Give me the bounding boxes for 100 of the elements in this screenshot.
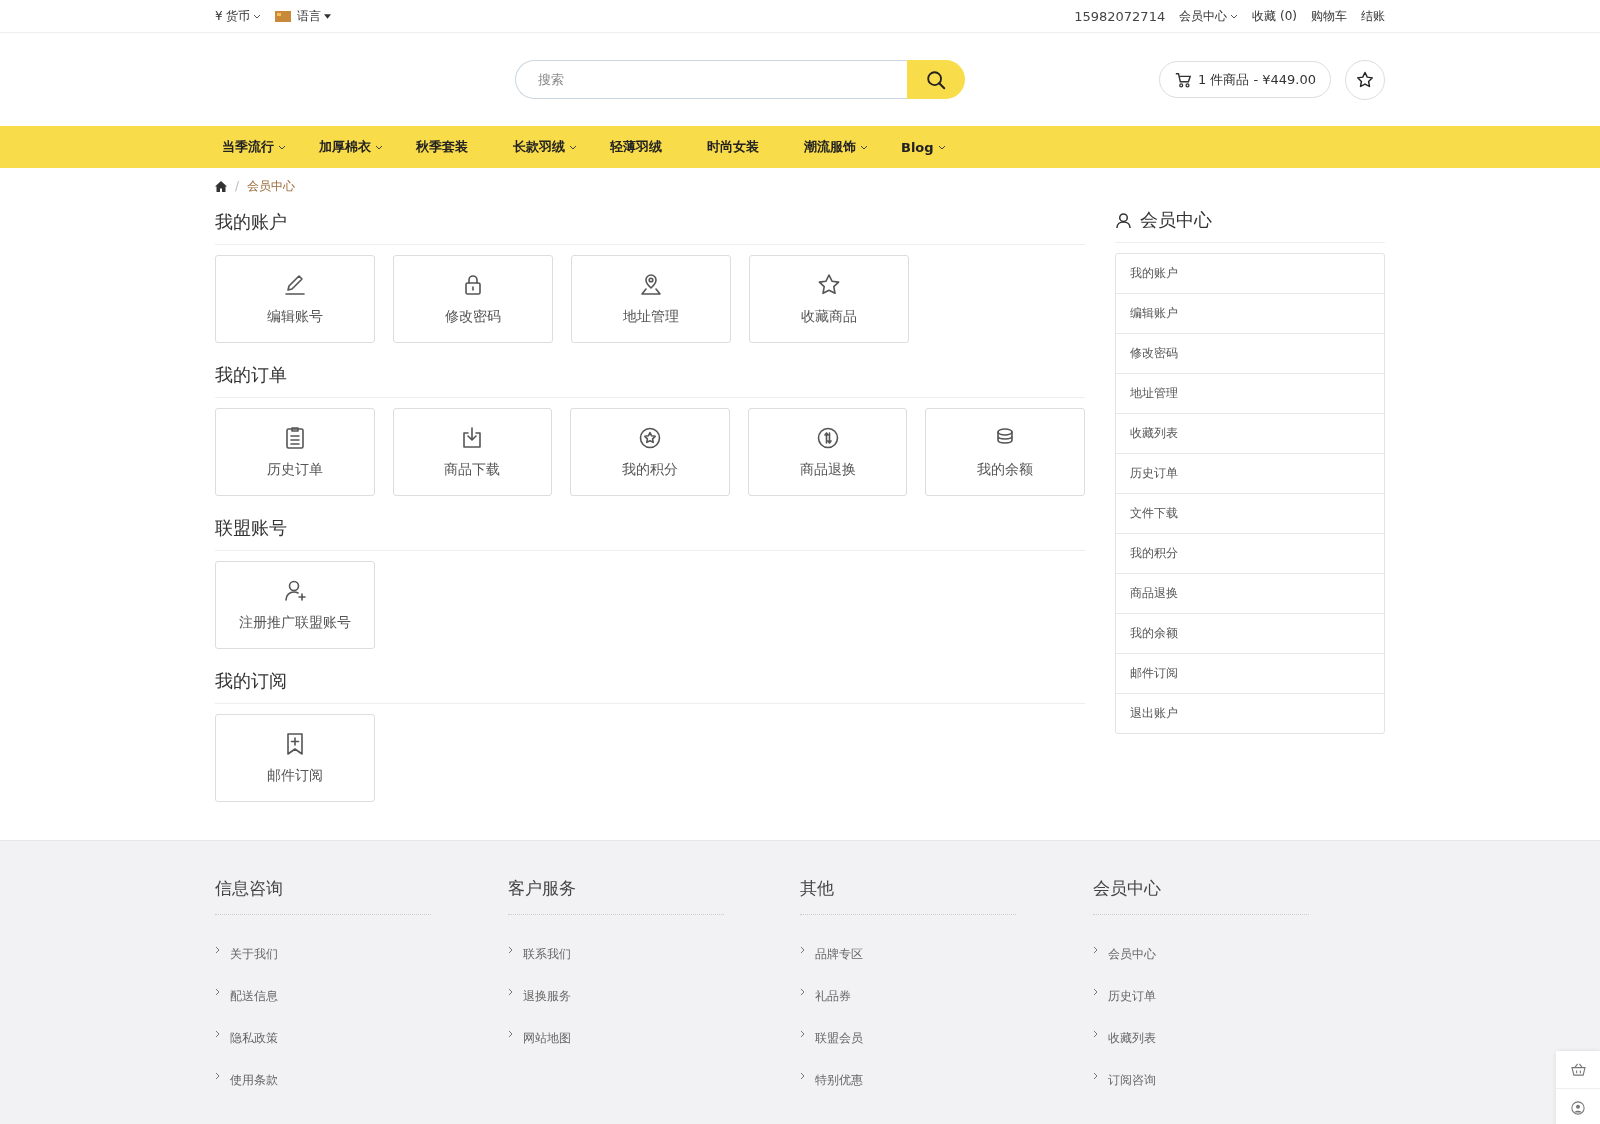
chevron-down-icon [569, 144, 577, 150]
basket-button[interactable] [1556, 1051, 1600, 1089]
top-link[interactable]: 收藏 (0) [1252, 7, 1297, 25]
cart-icon [1173, 70, 1192, 89]
account-tile[interactable]: 历史订单 [215, 408, 375, 496]
chevron-right-icon [800, 1030, 805, 1038]
search-icon [925, 68, 947, 91]
account-tile[interactable]: 商品下载 [392, 408, 553, 496]
chevron-right-icon [800, 1072, 805, 1080]
footer-link[interactable]: 订阅咨询 [1092, 1059, 1385, 1101]
chevron-right-icon [1092, 946, 1098, 954]
section-heading: 我的账户 [215, 204, 1085, 245]
footer-link[interactable]: 隐私政策 [215, 1017, 508, 1059]
chevron-down-icon [860, 144, 868, 150]
footer-link[interactable]: 历史订单 [1092, 975, 1385, 1017]
nav-item[interactable]: 加厚棉衣 [319, 138, 416, 156]
search-field[interactable]: 搜索 [515, 60, 907, 99]
nav-item[interactable]: 秋季套装 [416, 138, 513, 156]
user-circle-icon [1571, 1100, 1585, 1115]
top-link[interactable]: 购物车 [1311, 7, 1347, 25]
chevron-right-icon [507, 946, 513, 954]
footer-link[interactable]: 关于我们 [215, 933, 508, 975]
account-tile[interactable]: 地址管理 [571, 255, 731, 343]
footer-link[interactable]: 联系我们 [507, 933, 800, 975]
account-tile[interactable]: 收藏商品 [749, 255, 909, 343]
account-tile[interactable]: 商品退换 [747, 408, 908, 496]
star-icon [1355, 69, 1375, 90]
footer-link[interactable]: 特别优惠 [800, 1059, 1093, 1101]
footer-link[interactable]: 退换服务 [507, 975, 800, 1017]
nav-item[interactable]: 时尚女装 [707, 138, 804, 156]
sidebar-item[interactable]: 修改密码 [1116, 334, 1384, 374]
sidebar-item[interactable]: 文件下载 [1116, 494, 1384, 534]
nav-item[interactable]: Blog [901, 139, 998, 155]
sidebar-item[interactable]: 我的积分 [1116, 534, 1384, 574]
sidebar-item[interactable]: 地址管理 [1116, 374, 1384, 414]
chevron-right-icon [215, 988, 220, 996]
breadcrumb-separator: / [235, 179, 240, 193]
map-pin-icon [638, 272, 664, 298]
nav-item[interactable]: 长款羽绒 [513, 138, 610, 156]
footer-link[interactable]: 礼品券 [800, 975, 1093, 1017]
nav-item[interactable]: 轻薄羽绒 [610, 138, 707, 156]
currency-menu[interactable]: ¥ 货币 [215, 7, 262, 25]
sidebar-item[interactable]: 我的账户 [1116, 254, 1384, 294]
star-badge-icon [637, 425, 663, 451]
breadcrumb-link[interactable]: 会员中心 [247, 177, 296, 195]
footer-link[interactable]: 联盟会员 [800, 1017, 1093, 1059]
footer-link[interactable]: 网站地图 [507, 1017, 800, 1059]
chevron-right-icon [215, 946, 220, 954]
chevron-right-icon [800, 946, 805, 954]
footer-heading: 其他 [800, 877, 1016, 915]
chevron-down-icon [937, 144, 946, 150]
account-tile[interactable]: 邮件订阅 [215, 714, 375, 802]
footer-link[interactable]: 品牌专区 [800, 933, 1093, 975]
chevron-right-icon [507, 988, 513, 996]
pencil-icon [282, 272, 308, 298]
section-heading: 联盟账号 [215, 510, 1085, 551]
footer-link[interactable]: 配送信息 [215, 975, 508, 1017]
chevron-down-icon [253, 13, 262, 19]
chevron-right-icon [1092, 1030, 1098, 1038]
chevron-down-icon [1230, 13, 1239, 19]
chevron-right-icon [215, 1072, 220, 1080]
flag-icon [275, 10, 292, 22]
chevron-right-icon [507, 1030, 513, 1038]
home-icon[interactable] [215, 180, 227, 192]
section-heading: 我的订阅 [215, 663, 1085, 704]
chevron-right-icon [800, 988, 805, 996]
chevron-right-icon [1092, 1072, 1098, 1080]
footer-heading: 信息咨询 [215, 877, 431, 915]
search-button[interactable] [907, 60, 965, 99]
account-tile[interactable]: 注册推广联盟账号 [215, 561, 375, 649]
section-heading: 我的订单 [215, 357, 1085, 398]
cart-button[interactable]: 1 件商品 - ¥449.00 [1158, 61, 1331, 98]
nav-item[interactable]: 潮流服饰 [804, 138, 901, 156]
account-button[interactable] [1556, 1089, 1600, 1124]
nav-item[interactable]: 当季流行 [222, 138, 319, 156]
account-tile[interactable]: 修改密码 [393, 255, 553, 343]
account-tile[interactable]: 编辑账号 [215, 255, 375, 343]
account-tile[interactable]: 我的积分 [570, 408, 730, 496]
basket-icon [1570, 1063, 1586, 1076]
footer-heading: 客户服务 [507, 877, 724, 915]
sidebar-item[interactable]: 历史订单 [1116, 454, 1384, 494]
sidebar-item[interactable]: 商品退换 [1116, 574, 1384, 614]
account-tile[interactable]: 我的余额 [925, 408, 1085, 496]
sidebar-title: 会员中心 [1140, 208, 1212, 232]
footer-link[interactable]: 会员中心 [1092, 933, 1385, 975]
sidebar-item[interactable]: 我的余额 [1116, 614, 1384, 654]
footer-link[interactable]: 使用条款 [215, 1059, 508, 1101]
wishlist-button[interactable] [1345, 59, 1385, 100]
top-link[interactable]: 结账 [1361, 7, 1385, 25]
sidebar-item[interactable]: 退出账户 [1116, 694, 1384, 733]
sidebar-item[interactable]: 邮件订阅 [1116, 654, 1384, 694]
user-icon [1115, 211, 1132, 229]
sidebar-item[interactable]: 收藏列表 [1116, 414, 1384, 454]
footer-link[interactable]: 收藏列表 [1092, 1017, 1385, 1059]
top-link[interactable]: 会员中心 [1179, 7, 1239, 25]
phone-number: 15982072714 [1074, 8, 1166, 24]
sidebar-item[interactable]: 编辑账户 [1116, 294, 1384, 334]
chevron-down-icon [375, 144, 383, 150]
chevron-down-icon [278, 144, 286, 150]
language-menu[interactable]: 语言 [275, 7, 332, 25]
